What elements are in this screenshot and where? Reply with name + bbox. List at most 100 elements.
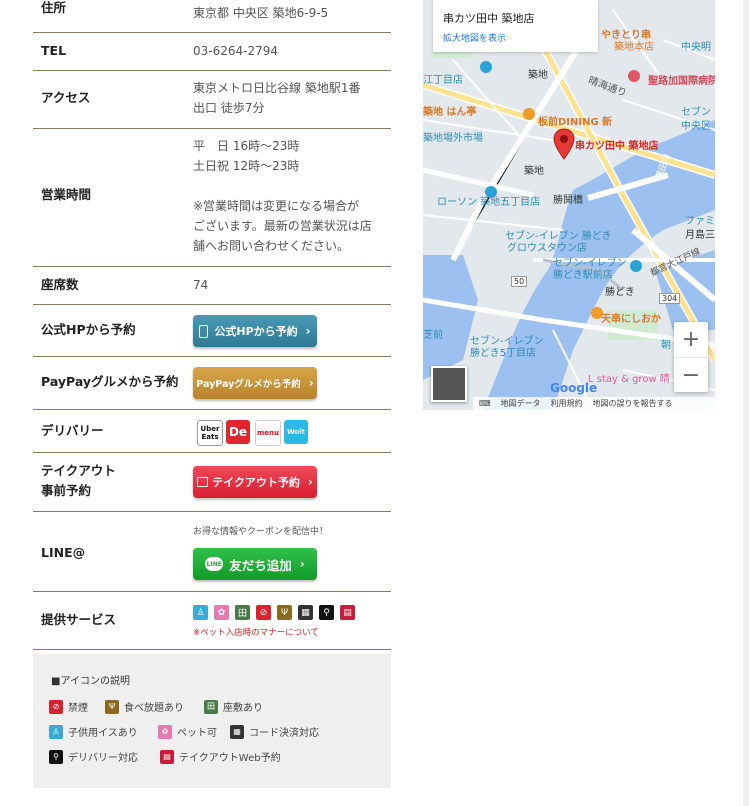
zoom-in-button[interactable]: + (674, 322, 708, 358)
services-row: 提供サービス ♙ ✿ 田 ⊘ Ψ ▦ ⚲ ▤ ※ペット入店時のマナーについて (33, 592, 391, 650)
ubereats-icon[interactable]: Uber Eats (197, 420, 223, 446)
map-enlarge-link[interactable]: 拡大地図を表示 (443, 31, 506, 44)
map-label-seiroka-hospital: 聖路加国際病院 (648, 76, 715, 87)
tel-link[interactable]: 03-6264-2794 (193, 41, 278, 61)
takeout-label-2: 事前予約 (41, 483, 92, 498)
demaecan-icon[interactable]: De (226, 420, 250, 444)
services-label: 提供サービス (41, 612, 117, 627)
legend-title: ■アイコンの説明 (51, 676, 130, 687)
chevron-right-icon: › (308, 376, 314, 390)
access-row: アクセス 東京メトロ日比谷線 築地駅1番 出口 徒歩7分 (33, 71, 391, 129)
map-label-tsukiji-2: 築地 (524, 166, 544, 177)
tel-row: TEL 03-6264-2794 (33, 33, 391, 71)
hours-note-2: ございます。最新の営業状況は店 (193, 219, 372, 233)
legend-item-code-payment: ▦ コード決済対応 (230, 724, 319, 739)
delivery-icon: ⚲ (49, 749, 63, 764)
menu-icon[interactable]: menu (255, 420, 281, 446)
all-you-can-eat-icon: Ψ (105, 699, 119, 714)
access-line2: 出口 徒歩7分 (193, 101, 265, 115)
map-data-link[interactable]: 地図データ (501, 398, 541, 409)
pet-icon: ✿ (214, 605, 229, 620)
map-label-kachidoki-station-store: 勝どき駅前店 (553, 270, 613, 281)
google-logo: Google (550, 381, 598, 395)
hospital-pin-icon (628, 70, 640, 82)
map-label-itamae: 板前DINING 新 (538, 117, 613, 128)
map-label-kachidoki-bridge: 勝鬨橋 (553, 195, 583, 206)
paypay-reservation-button[interactable]: PayPayグルメから予約 › (193, 367, 317, 399)
code-payment-icon: ▦ (298, 605, 313, 620)
kids-chair-icon: ♙ (49, 724, 63, 739)
line-logo-icon: LINE (205, 557, 224, 571)
map-label-kaigetsu: 江丁目店 (423, 75, 463, 86)
map-label-seven: セブン (681, 107, 711, 118)
map-satellite-toggle[interactable] (431, 366, 467, 402)
chevron-right-icon: › (307, 475, 313, 489)
line-add-friend-button-label: 友だち追加 (229, 557, 292, 573)
pet-icon: ✿ (158, 724, 172, 739)
hours-note-3: 舗へお問い合わせください。 (193, 239, 350, 253)
pet-manner-link[interactable]: ※ペット入店時のマナーについて (193, 623, 319, 643)
map-label-market: 築地場外市場 (423, 133, 483, 144)
takeout-reservation-button[interactable]: テイクアウト予約 › (193, 466, 317, 498)
seats-row: 座席数 74 (33, 267, 391, 305)
hp-reservation-button-label: 公式HPから予約 (214, 325, 298, 338)
legend-item-pet: ✿ ペット可 (158, 724, 217, 739)
delivery-row: デリバリー Uber Eats De menu Wolt (33, 410, 391, 453)
map-label-tsukishima: 月島三 (685, 230, 715, 241)
wolt-icon[interactable]: Wolt (284, 420, 308, 444)
page-scrollbar[interactable] (743, 0, 749, 806)
takeout-web-icon: ▤ (340, 605, 355, 620)
hours-weekday: 平 日 16時～23時 (193, 139, 300, 153)
map-label-chuo-ku: 中央区 (681, 121, 711, 132)
shop-pin-icon (485, 186, 497, 198)
code-payment-icon: ▦ (230, 724, 244, 739)
map-place-title: 串カツ田中 築地店 (443, 12, 535, 25)
line-caption: お得な情報やクーポンを配信中！ (193, 527, 329, 537)
chevron-right-icon: › (299, 557, 305, 571)
map-road-304: 304 (659, 293, 681, 304)
keyboard-icon[interactable]: ⌨ (479, 399, 491, 408)
map-label-growth-town: グロウスタウン店 (507, 243, 587, 254)
map-label-stay-grow: L stay & grow 晴 (588, 374, 670, 385)
map-label-shibaura: 芝前 (423, 330, 443, 341)
zoom-out-button[interactable]: − (674, 358, 708, 393)
map-label-hantei: 築地 はん亭 (423, 107, 477, 118)
legend-item-no-smoking: ⊘ 禁煙 (49, 699, 88, 714)
report-error-link[interactable]: 地図の誤りを報告する (593, 398, 673, 409)
address-row: 住所 東京都 中央区 築地6-9-5 (33, 0, 391, 33)
line-label: LINE@ (41, 545, 86, 560)
map-label-asa: 朝 (661, 340, 671, 351)
map-label-famima: ファミ (685, 216, 715, 227)
hp-reservation-label: 公式HPから予約 (41, 322, 136, 337)
store-location-pin-icon[interactable] (553, 128, 575, 160)
restaurant-pin-icon (591, 307, 603, 319)
tel-label: TEL (41, 43, 67, 58)
line-row: LINE@ お得な情報やクーポンを配信中！ LINE 友だち追加 › (33, 512, 391, 592)
hours-note-1: ※営業時間は変更になる場合が (193, 199, 360, 213)
takeout-row: テイクアウト 事前予約 テイクアウト予約 › (33, 453, 391, 512)
map-label-kushikatsu-tanaka: 串カツ田中 築地店 (575, 141, 659, 152)
access-line1: 東京メトロ日比谷線 築地駅1番 (193, 81, 361, 95)
map-place-card: 串カツ田中 築地店 拡大地図を表示 (433, 0, 598, 52)
line-add-friend-button[interactable]: LINE 友だち追加 › (193, 548, 317, 580)
takeout-label-1: テイクアウト (41, 463, 116, 478)
kids-chair-icon: ♙ (193, 605, 208, 620)
hp-reservation-button[interactable]: 公式HPから予約 › (193, 315, 317, 347)
smartphone-icon (199, 324, 209, 338)
delivery-icon: ⚲ (319, 605, 334, 620)
terms-link[interactable]: 利用規約 (551, 398, 583, 409)
hours-row: 営業時間 平 日 16時～23時 土日祝 12時～23時 ※営業時間は変更になる… (33, 129, 391, 267)
seats-value: 74 (193, 278, 209, 292)
shop-pin-icon (480, 61, 492, 73)
paypay-reservation-button-label: PayPayグルメから予約 (196, 379, 301, 390)
takeout-web-icon: ▤ (160, 749, 174, 764)
google-map[interactable]: やきとり串 築地本店 中央明 築地 聖路加国際病院 江丁目店 晴海通り 築地 は… (423, 0, 715, 410)
hours-label: 営業時間 (41, 187, 92, 202)
delivery-label: デリバリー (41, 423, 104, 438)
legend-item-seating: 田座敷あり (204, 699, 263, 714)
chevron-right-icon: › (305, 324, 311, 338)
map-label-kachidoki-5: 勝どき5丁目店 (470, 348, 537, 359)
map-footer-bar: ⌨ 地図データ 利用規約 地図の誤りを報告する (473, 397, 715, 410)
legend-item-all-you-can-eat: Ψ 食べ放題あり (105, 699, 184, 714)
no-smoking-icon: ⊘ (256, 605, 271, 620)
